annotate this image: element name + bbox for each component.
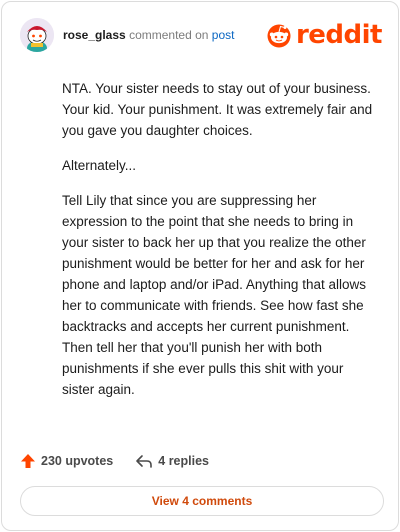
reddit-logo[interactable]: reddit (266, 18, 383, 52)
upvote-count: 230 upvotes (41, 454, 114, 468)
comment-actions: 230 upvotes 4 replies (20, 450, 209, 472)
reply-count: 4 replies (158, 454, 209, 468)
comment-meta: rose_glass commented on post (63, 28, 234, 42)
comment-paragraph: NTA. Your sister needs to stay out of yo… (62, 81, 373, 138)
comment-paragraph: Alternately... (62, 158, 137, 173)
avatar[interactable] (20, 18, 54, 52)
view-comments-button[interactable]: View 4 comments (20, 486, 384, 516)
commented-on-text: commented on (129, 28, 209, 42)
comment-card: rose_glass commented on post reddit NTA.… (1, 1, 399, 531)
reddit-wordmark: reddit (295, 20, 383, 50)
comment-header: rose_glass commented on post reddit (20, 18, 383, 52)
reddit-snoo-icon (267, 24, 291, 48)
snoo-avatar-icon (20, 18, 54, 52)
comment-body: NTA. Your sister needs to stay out of yo… (62, 78, 376, 414)
post-link[interactable]: post (212, 28, 235, 42)
username-link[interactable]: rose_glass (63, 28, 126, 42)
replies-button[interactable]: 4 replies (135, 453, 209, 469)
upvote-button[interactable]: 230 upvotes (20, 453, 113, 469)
comment-paragraph: Tell Lily that since you are suppressing… (62, 193, 366, 397)
upvote-arrow-icon (21, 454, 35, 468)
reply-arrow-icon (136, 455, 153, 468)
